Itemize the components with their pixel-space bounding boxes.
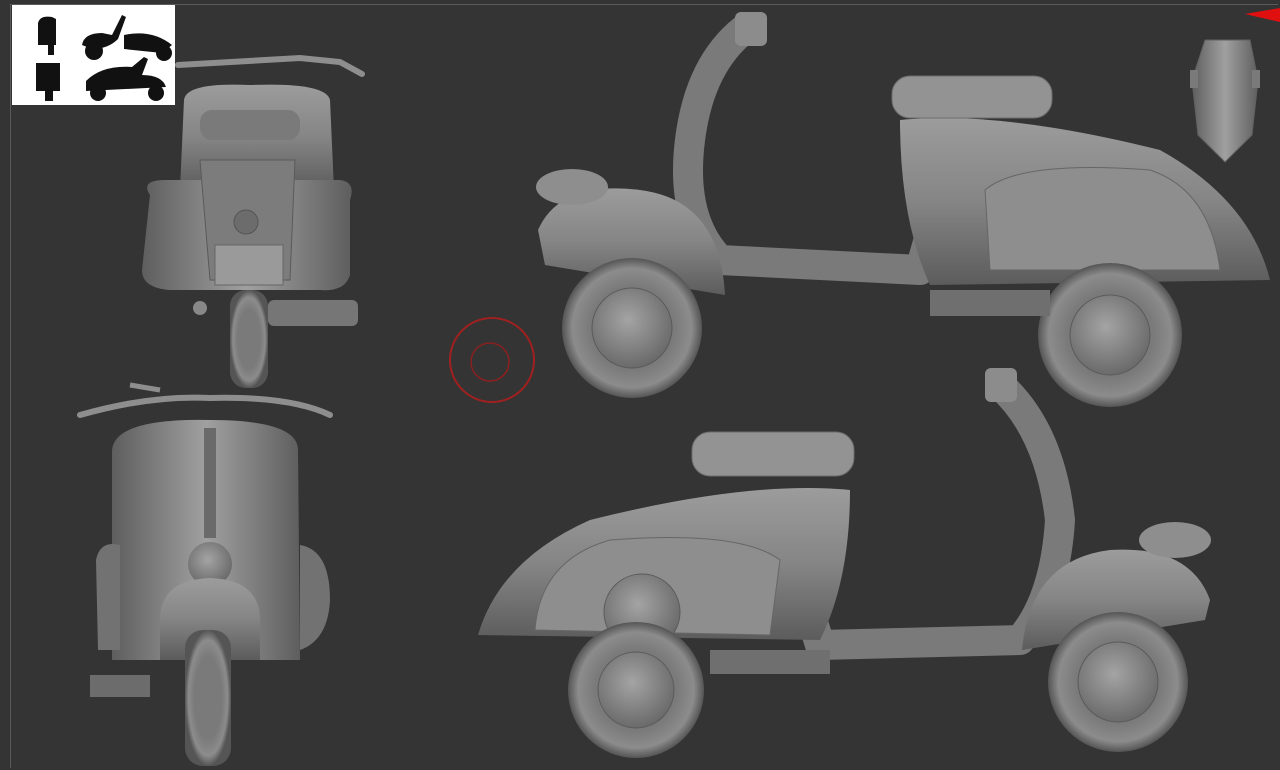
scooter-silhouettes-icon (36, 15, 172, 101)
scooter-front-view[interactable] (77, 382, 333, 766)
scene (77, 8, 1280, 766)
scooter-side-view-left[interactable] (536, 12, 1270, 407)
scooter-silhouettes-thumbnail[interactable] (12, 5, 175, 105)
view-direction-marker-icon (1245, 8, 1280, 22)
brush-cursor-icon (449, 317, 535, 403)
3d-viewport[interactable] (0, 0, 1280, 770)
navigation-head-icon[interactable] (1190, 39, 1260, 163)
scooter-side-view-right[interactable] (478, 368, 1211, 758)
scooter-rear-view[interactable] (142, 54, 365, 388)
